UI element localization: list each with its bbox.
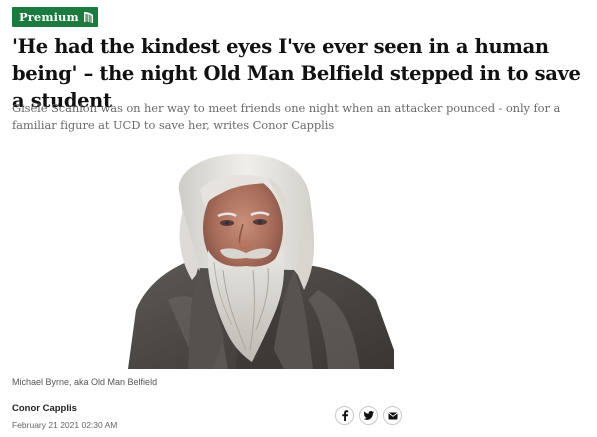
facebook-share-button[interactable] (335, 406, 354, 425)
harp-icon (83, 11, 94, 24)
publish-date: February 21 2021 02:30 AM (12, 420, 118, 430)
article-photo (128, 150, 394, 369)
premium-badge-label: Premium (19, 10, 79, 24)
twitter-share-button[interactable] (359, 406, 378, 425)
photo-caption: Michael Byrne, aka Old Man Belfield (12, 377, 158, 387)
facebook-icon (341, 410, 349, 421)
share-bar (335, 406, 402, 425)
twitter-icon (363, 411, 374, 420)
email-share-button[interactable] (383, 406, 402, 425)
premium-badge: Premium (12, 7, 98, 27)
article-standfirst: Gisèle Scanlon was on her way to meet fr… (12, 101, 561, 132)
author-byline[interactable]: Conor Capplis (12, 403, 77, 414)
article-page: Premium 'He had the kindest eyes I've ev… (0, 0, 597, 437)
email-icon (388, 412, 398, 420)
